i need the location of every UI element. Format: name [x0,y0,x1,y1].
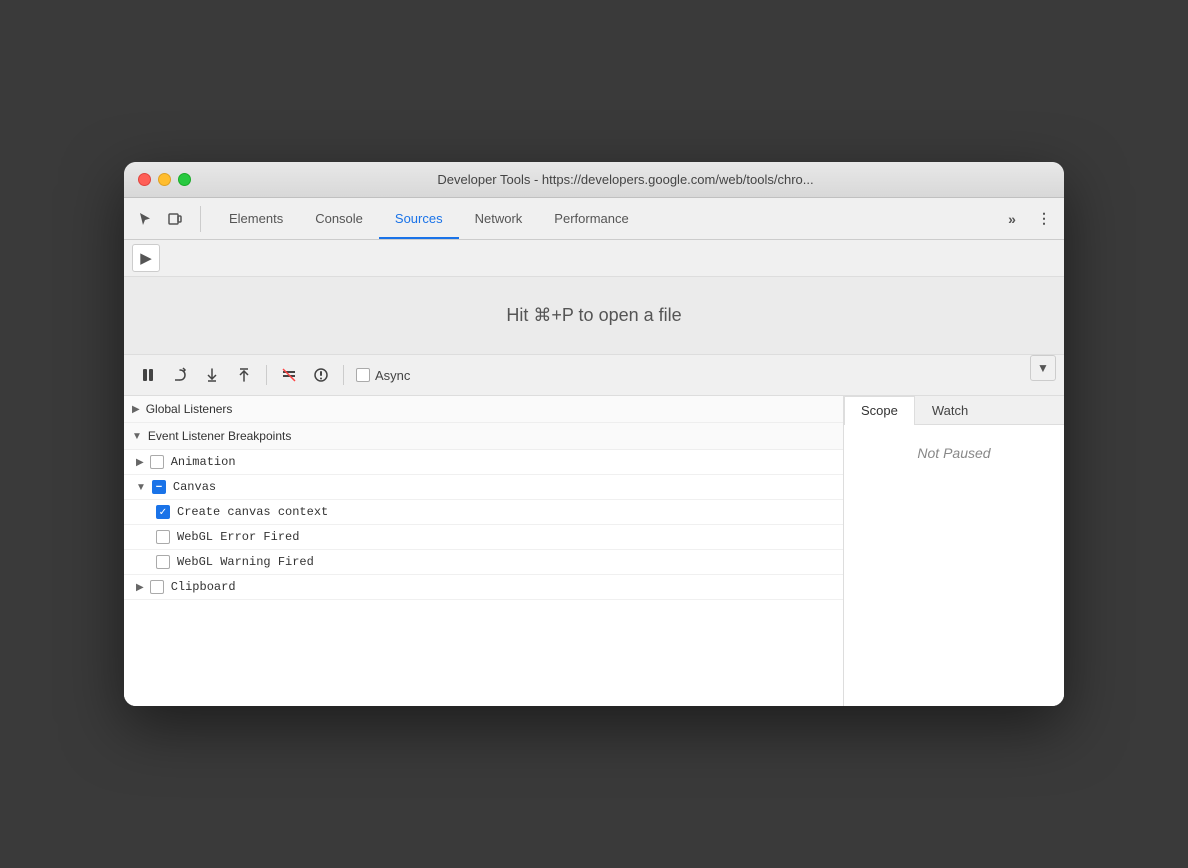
clipboard-checkbox[interactable] [150,580,164,594]
animation-checkbox[interactable] [150,455,164,469]
right-panel: Scope Watch Not Paused [844,396,1064,706]
webgl-warning-fired-checkbox[interactable] [156,555,170,569]
animation-label: Animation [171,455,236,469]
title-bar: Developer Tools - https://developers.goo… [124,162,1064,198]
event-listener-breakpoints-arrow: ▼ [132,431,142,442]
devtools-menu-button[interactable]: ⋮ [1032,207,1056,231]
tab-scope[interactable]: Scope [844,396,915,425]
more-tabs-button[interactable]: » [1000,207,1024,231]
tab-elements[interactable]: Elements [213,198,299,239]
devtools-body: ▶ Hit ⌘+P to open a file ▼ [124,240,1064,706]
pause-button[interactable] [134,361,162,389]
left-panel: ▶ Global Listeners ▼ Event Listener Brea… [124,396,844,706]
tab-performance[interactable]: Performance [538,198,644,239]
create-canvas-context-label: Create canvas context [177,505,328,519]
canvas-arrow: ▼ [136,482,146,493]
minimize-button[interactable] [158,173,171,186]
scope-tabs: Scope Watch [844,396,1064,425]
async-label: Async [375,368,410,383]
async-group: Async [356,368,410,383]
tab-bar-more: » ⋮ [1000,207,1056,231]
panel-toggle-button[interactable]: ▶ [132,244,160,272]
clipboard-item[interactable]: ▶ Clipboard [124,575,843,600]
file-hint-text: Hit ⌘+P to open a file [506,305,681,325]
devtools-window: Developer Tools - https://developers.goo… [124,162,1064,706]
main-panels: ▶ Global Listeners ▼ Event Listener Brea… [124,396,1064,706]
webgl-error-fired-checkbox[interactable] [156,530,170,544]
animation-item[interactable]: ▶ Animation [124,450,843,475]
tab-network[interactable]: Network [459,198,539,239]
create-canvas-context-item[interactable]: Create canvas context [124,500,843,525]
tab-bar: Elements Console Sources Network Perform… [124,198,1064,240]
event-listener-breakpoints-header[interactable]: ▼ Event Listener Breakpoints [124,423,843,450]
tab-bar-icons [132,206,201,232]
file-hint-area: Hit ⌘+P to open a file ▼ [124,277,1064,355]
breakpoints-section: ▶ Global Listeners ▼ Event Listener Brea… [124,396,843,600]
not-paused-text: Not Paused [844,425,1064,481]
clipboard-arrow: ▶ [136,582,144,593]
scope-panel: Scope Watch Not Paused [844,396,1064,481]
traffic-lights [138,173,191,186]
create-canvas-context-checkbox[interactable] [156,505,170,519]
pause-exceptions-button[interactable] [307,361,335,389]
device-toggle-icon[interactable] [162,206,188,232]
step-into-button[interactable] [198,361,226,389]
dropdown-button[interactable]: ▼ [1030,355,1056,381]
canvas-checkbox[interactable] [152,480,166,494]
window-title: Developer Tools - https://developers.goo… [201,172,1050,187]
debugger-toolbar: Async [124,355,1064,396]
tabs: Elements Console Sources Network Perform… [213,198,1000,239]
global-listeners-label: Global Listeners [146,402,233,416]
maximize-button[interactable] [178,173,191,186]
close-button[interactable] [138,173,151,186]
step-over-button[interactable] [166,361,194,389]
event-listener-breakpoints-label: Event Listener Breakpoints [148,429,291,443]
tab-console[interactable]: Console [299,198,379,239]
webgl-error-fired-label: WebGL Error Fired [177,530,299,544]
webgl-error-fired-item[interactable]: WebGL Error Fired [124,525,843,550]
webgl-warning-fired-label: WebGL Warning Fired [177,555,314,569]
canvas-item[interactable]: ▼ Canvas [124,475,843,500]
async-checkbox[interactable] [356,368,370,382]
cursor-icon[interactable] [132,206,158,232]
tab-watch[interactable]: Watch [915,396,985,424]
sources-toolbar: ▶ [124,240,1064,277]
step-out-button[interactable] [230,361,258,389]
debugger-separator [266,365,267,385]
webgl-warning-fired-item[interactable]: WebGL Warning Fired [124,550,843,575]
clipboard-label: Clipboard [171,580,236,594]
canvas-label: Canvas [173,480,216,494]
global-listeners-arrow: ▶ [132,404,140,415]
deactivate-breakpoints-button[interactable] [275,361,303,389]
global-listeners-header[interactable]: ▶ Global Listeners [124,396,843,423]
animation-arrow: ▶ [136,457,144,468]
debugger-separator-2 [343,365,344,385]
tab-sources[interactable]: Sources [379,198,459,239]
